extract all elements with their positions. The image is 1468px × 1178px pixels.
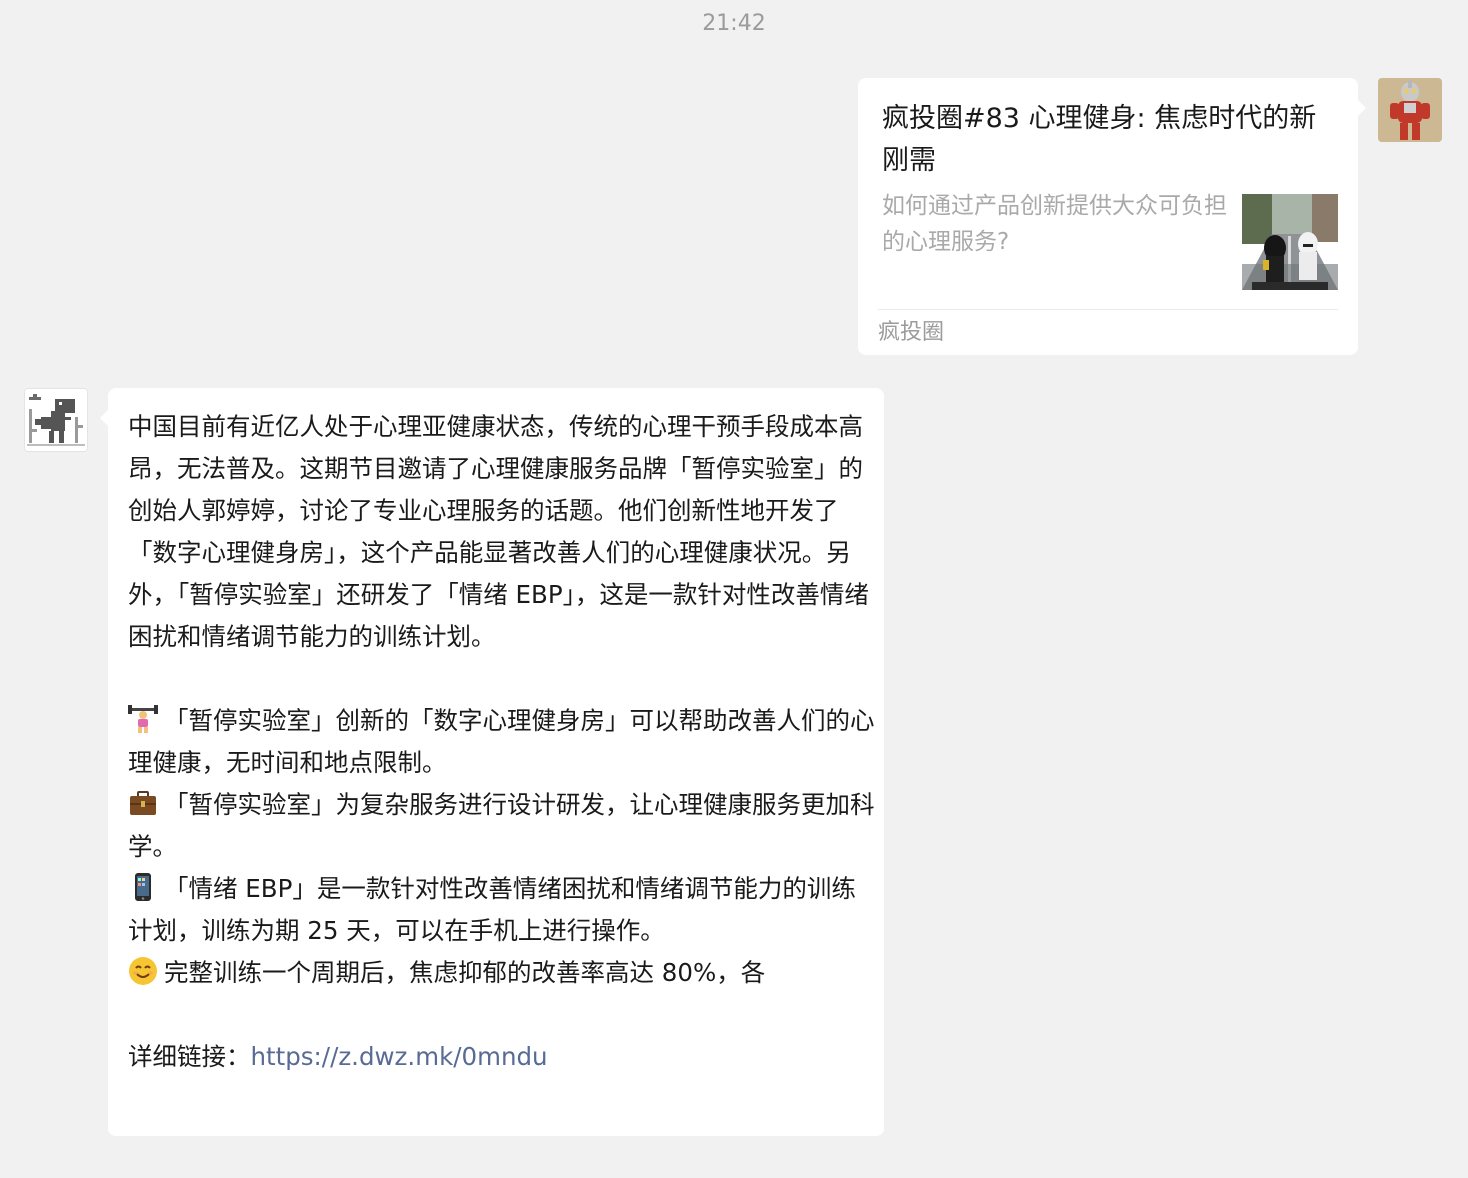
chat-window: 21:42 疯投圈#83 心理健身: 焦虑时代的新刚需 如何通过产品创新提供大众… <box>0 0 1468 1178</box>
link-line: 详细链接：https://z.dwz.mk/0mndu <box>128 1036 876 1078</box>
message-bubble-tail <box>100 410 108 426</box>
link-label: 详细链接： <box>128 1042 251 1071</box>
mobile-phone-emoji <box>128 872 158 902</box>
card-title: 疯投圈#83 心理健身: 焦虑时代的新刚需 <box>882 103 1317 176</box>
bullet-text: 「暂停实验室」创新的「数字心理健身房」可以帮助改善人们的心理健康，无时间和地点限… <box>128 706 875 777</box>
pixel-dinosaur-avatar[interactable] <box>24 388 88 452</box>
briefcase-emoji <box>128 788 158 818</box>
smiling-face-emoji <box>128 956 158 986</box>
incoming-message-bubble[interactable]: 中国目前有近亿人处于心理亚健康状态，传统的心理干预手段成本高昂，无法普及。这期节… <box>108 388 884 1136</box>
bullet-text: 完整训练一个周期后，焦虑抑郁的改善率高达 80%，各 <box>164 958 766 987</box>
card-divider <box>878 309 1338 310</box>
card-description: 如何通过产品创新提供大众可负担的心理服务? <box>882 193 1227 255</box>
shared-link-card[interactable]: 疯投圈#83 心理健身: 焦虑时代的新刚需 如何通过产品创新提供大众可负担的心理… <box>858 78 1358 355</box>
message-paragraph: 中国目前有近亿人处于心理亚健康状态，传统的心理干预手段成本高昂，无法普及。这期节… <box>128 412 869 651</box>
bullet-text: 「暂停实验室」为复杂服务进行设计研发，让心理健康服务更加科学。 <box>128 790 875 861</box>
bullet-text: 「情绪 EBP」是一款针对性改善情绪困扰和情绪调节能力的训练计划，训练为期 25… <box>128 874 856 945</box>
detail-link[interactable]: https://z.dwz.mk/0mndu <box>251 1042 548 1071</box>
card-bubble-tail <box>1358 100 1366 116</box>
robot-figure-avatar[interactable] <box>1378 78 1442 142</box>
bullet-item: 「暂停实验室」为复杂服务进行设计研发，让心理健康服务更加科学。 <box>128 784 876 868</box>
bullet-item: 完整训练一个周期后，焦虑抑郁的改善率高达 80%，各 <box>128 952 876 994</box>
weightlifter-emoji <box>128 704 158 734</box>
bullet-item: 「情绪 EBP」是一款针对性改善情绪困扰和情绪调节能力的训练计划，训练为期 25… <box>128 868 876 952</box>
bullet-item: 「暂停实验室」创新的「数字心理健身房」可以帮助改善人们的心理健康，无时间和地点限… <box>128 700 876 784</box>
figurines-on-road-thumbnail <box>1242 194 1338 290</box>
card-source-label: 疯投圈 <box>878 320 945 345</box>
message-timestamp: 21:42 <box>702 11 766 36</box>
